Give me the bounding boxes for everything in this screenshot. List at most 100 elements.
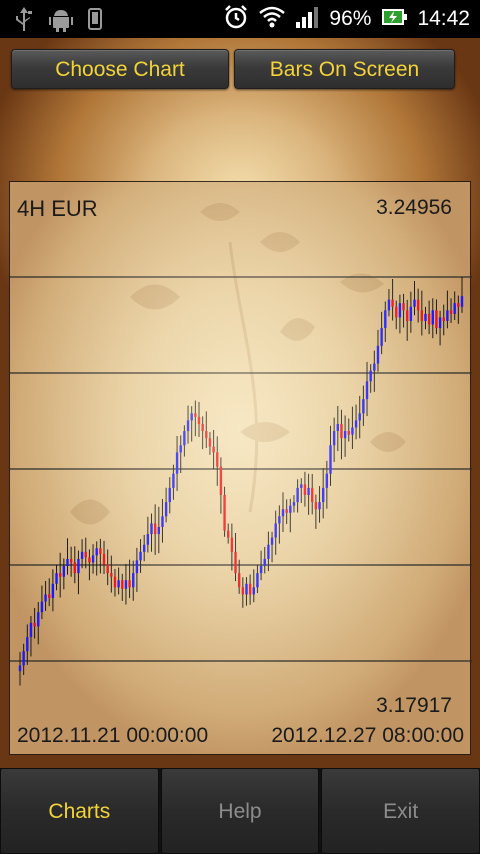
candle-down [241,587,245,595]
candle-up [270,537,274,545]
candle-up [289,505,292,513]
candle-down [230,537,234,552]
candle-down [416,299,420,311]
candle-up [40,601,44,613]
exit-tab[interactable]: Exit [321,768,480,854]
candle-up [183,431,186,446]
candle-up [369,370,372,382]
candle-up [281,509,285,517]
chart-canvas [10,203,472,686]
candle-down [113,576,117,588]
chart-gridlines [10,276,472,662]
candle-up [44,594,47,602]
candle-up [380,328,383,346]
candle-up [354,420,358,428]
candle-up [186,420,190,432]
candle-down [110,573,113,577]
candle-down [285,509,288,513]
clock: 14:42 [417,7,470,30]
candle-up [296,487,299,503]
candle-down [48,594,51,599]
candle-down [227,530,230,538]
candle-down [153,523,157,535]
candle-down [205,431,208,439]
candle-up [325,473,329,488]
candle-up [77,558,80,574]
candle-up [424,313,427,321]
candle-up [161,516,164,527]
background-leaves [70,203,406,525]
candle-up [252,587,255,595]
wifi-icon [259,6,286,33]
candle-up [190,413,193,421]
candle-up [438,317,442,329]
candle-up [132,573,135,588]
candle-up [150,523,153,535]
usb-icon [14,6,34,37]
candle-down [442,317,445,321]
candle-up [146,534,150,545]
candle-down [99,548,102,554]
candle-up [62,566,66,577]
charts-tab[interactable]: Charts [0,768,159,854]
candle-up [80,551,84,559]
price-chart[interactable]: 4H EUR 3.24956 3.17917 2012.11.21 00:00:… [9,181,472,755]
help-tab[interactable]: Help [160,768,320,854]
candle-down [106,564,109,574]
candle-up [267,544,270,559]
candle-up [321,487,325,503]
candle-up [300,484,303,488]
candle-down [340,423,343,439]
candle-up [362,399,365,414]
candle-up [460,296,464,307]
candle-up [168,487,171,503]
candle-up [413,299,416,307]
candle-down [237,573,241,588]
candle-up [18,665,22,672]
candle-up [26,637,29,652]
candle-down [128,580,131,588]
candle-down [216,452,219,467]
date-end-label: 2012.12.27 08:00:00 [271,724,464,747]
choose-chart-button[interactable]: Choose Chart [11,49,229,89]
candle-up [263,558,266,567]
candle-down [208,438,212,447]
candle-up [351,427,354,435]
battery-charging-icon [381,7,408,32]
candle-up [139,551,142,561]
candle-down [347,431,350,435]
candle-up [431,310,434,325]
candle-down [223,495,226,531]
candle-up [259,566,263,574]
candle-up [409,306,413,321]
candle-down [435,310,438,329]
candle-up [55,573,58,584]
candle-down [391,299,394,307]
candle-up [343,431,347,439]
candle-down [197,416,201,424]
candle-up [117,580,120,588]
candle-down [395,306,398,318]
candle-down [457,303,460,307]
candle-up [358,413,361,421]
candle-up [376,345,380,364]
phone-icon [88,7,102,36]
chart-title: 4H EUR [17,196,98,221]
candle-up [274,523,277,538]
candle-down [303,484,307,496]
candle-down [402,303,405,311]
candle-down [234,551,237,574]
candle-down [248,583,252,595]
candle-up [95,548,98,556]
candle-down [427,313,431,325]
candle-down [420,310,424,321]
candle-up [66,558,69,567]
app-content: Choose Chart Bars On Screen 4H EUR 3.249… [0,38,480,768]
android-icon [48,6,74,37]
candle-up [157,526,161,535]
candle-up [365,381,369,400]
candle-up [336,423,340,432]
bars-on-screen-button[interactable]: Bars On Screen [234,49,455,89]
price-low-label: 3.17917 [376,694,452,717]
candle-up [384,310,387,329]
